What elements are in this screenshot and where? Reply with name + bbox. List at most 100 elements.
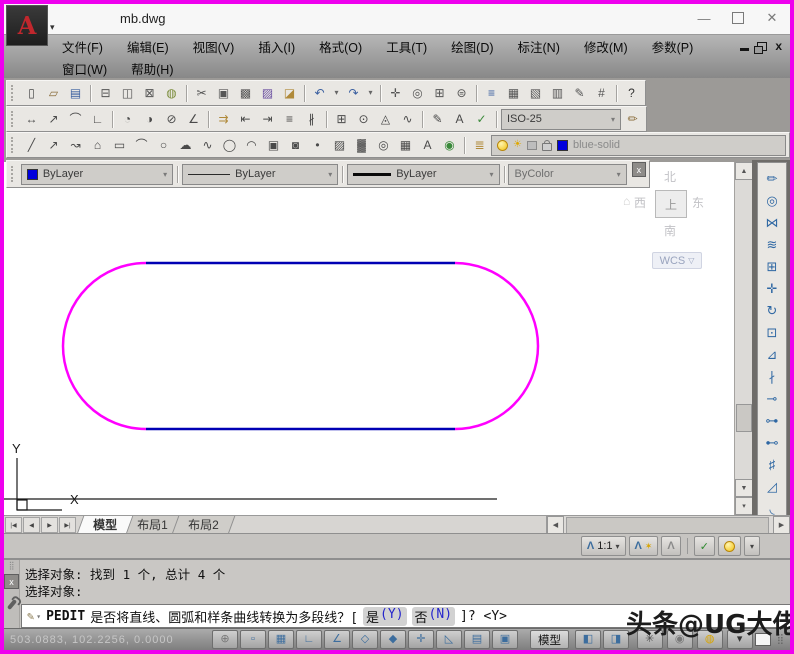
- menu-item-5[interactable]: 工具(T): [376, 35, 437, 58]
- layer-freeze-sun-icon[interactable]: ☀: [513, 140, 522, 150]
- grid-display-button[interactable]: ▦: [268, 630, 294, 649]
- lineweight-select[interactable]: ByLayer ▾: [347, 164, 499, 185]
- arc-button[interactable]: ⌒: [131, 135, 152, 156]
- point-style-button[interactable]: ◉: [439, 135, 460, 156]
- erase-button[interactable]: ✏: [760, 168, 784, 188]
- menu-item-0[interactable]: 窗口(W): [52, 57, 117, 80]
- dynamic-ucs-button[interactable]: ◺: [436, 630, 462, 649]
- child-restore-button[interactable]: [757, 42, 767, 51]
- window-minimize-button[interactable]: —: [696, 11, 712, 26]
- wcs-menu-button[interactable]: WCS ▽: [652, 252, 702, 269]
- command-close-button[interactable]: x: [4, 574, 19, 589]
- layer-on-bulb-icon[interactable]: [497, 140, 508, 151]
- scroll-up-button[interactable]: ▲: [735, 162, 753, 180]
- table-button[interactable]: ▦: [395, 135, 416, 156]
- layout-tab-0[interactable]: 模型: [77, 516, 134, 534]
- toolbar-grip[interactable]: [11, 85, 16, 101]
- recent-commands-icon[interactable]: ✎: [27, 609, 34, 623]
- plot-style-select[interactable]: ByColor ▾: [508, 164, 626, 185]
- snap-mode-button[interactable]: ▫: [240, 630, 266, 649]
- dim-arc-length-button[interactable]: ⌒: [65, 109, 86, 130]
- layer-select[interactable]: ☀ blue-solid: [491, 135, 786, 156]
- open-file-button[interactable]: ▱: [43, 83, 64, 104]
- revision-cloud-button[interactable]: ☁: [175, 135, 196, 156]
- menu-item-1[interactable]: 编辑(E): [117, 35, 179, 58]
- dim-space-button[interactable]: ≡: [279, 109, 300, 130]
- dim-update-button[interactable]: ✓: [471, 109, 492, 130]
- drawing-status-menu-button[interactable]: ▾: [744, 536, 760, 556]
- option-yes-button[interactable]: 是(Y): [363, 607, 407, 626]
- array-button[interactable]: ⊞: [760, 256, 784, 276]
- linetype-select[interactable]: ByLayer ▾: [182, 164, 338, 185]
- zoom-realtime-button[interactable]: ◎: [407, 83, 428, 104]
- dim-edit-button[interactable]: ✎: [427, 109, 448, 130]
- dim-text-edit-button[interactable]: A: [449, 109, 470, 130]
- scroll-down-button[interactable]: ▼: [735, 479, 753, 497]
- drawing-canvas[interactable]: Y X 北 西 上 东 南 ⌂ WCS ▽: [4, 162, 734, 515]
- layer-plot-icon[interactable]: [527, 141, 537, 150]
- dim-radius-button[interactable]: ◔: [117, 109, 138, 130]
- menu-item-9[interactable]: 参数(P): [642, 35, 704, 58]
- tab-nav-button-3[interactable]: ▶|: [59, 517, 76, 533]
- polygon-button[interactable]: ⌂: [87, 135, 108, 156]
- undo-button[interactable]: ↶: [309, 83, 330, 104]
- object-snap-tracking-button[interactable]: ✛: [408, 630, 434, 649]
- ellipse-button[interactable]: ◯: [219, 135, 240, 156]
- ellipse-arc-button[interactable]: ◠: [241, 135, 262, 156]
- dim-inspect-button[interactable]: ◬: [375, 109, 396, 130]
- slot-right-arc[interactable]: [455, 263, 538, 429]
- designcenter-button[interactable]: ▦: [503, 83, 524, 104]
- construction-line-button[interactable]: ↗: [43, 135, 64, 156]
- spline-button[interactable]: ∿: [197, 135, 218, 156]
- menu-item-2[interactable]: 视图(V): [183, 35, 245, 58]
- quickcalc-button[interactable]: #: [591, 83, 612, 104]
- annotation-scale-button[interactable]: Λ 1:1 ▾: [581, 536, 626, 556]
- layer-color-swatch[interactable]: [557, 140, 568, 151]
- stretch-button[interactable]: ⊿: [760, 344, 784, 364]
- menu-item-1[interactable]: 帮助(H): [121, 57, 183, 80]
- dim-break-button[interactable]: ∦: [301, 109, 322, 130]
- viewcube-west-label[interactable]: 西: [634, 194, 646, 211]
- object-color-select[interactable]: ByLayer ▾: [21, 164, 173, 185]
- viewcube-home-icon[interactable]: ⌂: [623, 194, 630, 208]
- scale-button[interactable]: ⊡: [760, 322, 784, 342]
- plot-button[interactable]: ⊟: [95, 83, 116, 104]
- scroll-left-button[interactable]: ◀: [547, 516, 564, 534]
- trim-button[interactable]: ∤: [760, 366, 784, 386]
- menu-item-3[interactable]: 插入(I): [248, 35, 305, 58]
- vertical-scroll-track[interactable]: [735, 180, 753, 479]
- mtext-button[interactable]: A: [417, 135, 438, 156]
- rotate-button[interactable]: ↻: [760, 300, 784, 320]
- wrench-icon[interactable]: [6, 599, 16, 610]
- dim-style-manager-button[interactable]: ✏: [622, 109, 643, 130]
- break-at-point-button[interactable]: ⊶: [760, 410, 784, 430]
- layer-lock-icon[interactable]: [542, 143, 552, 151]
- dim-baseline-button[interactable]: ⇤: [235, 109, 256, 130]
- dimension-style-select[interactable]: ISO-25 ▾: [501, 109, 621, 130]
- window-close-button[interactable]: ✕: [764, 10, 780, 26]
- hatch-button[interactable]: ▨: [329, 135, 350, 156]
- dim-aligned-button[interactable]: ↗: [43, 109, 64, 130]
- menu-item-7[interactable]: 标注(N): [508, 35, 570, 58]
- scroll-right-button[interactable]: ▶: [773, 516, 790, 534]
- tool-palettes-button[interactable]: ▧: [525, 83, 546, 104]
- zoom-previous-button[interactable]: ⊜: [451, 83, 472, 104]
- horizontal-scrollbar[interactable]: ◀ ▶: [546, 516, 790, 534]
- tolerance-button[interactable]: ⊞: [331, 109, 352, 130]
- sheet-set-manager-button[interactable]: ▥: [547, 83, 568, 104]
- chamfer-button[interactable]: ◿: [760, 476, 784, 496]
- option-no-button[interactable]: 否(N): [412, 607, 456, 626]
- slot-left-arc[interactable]: [63, 263, 146, 429]
- quick-view-layouts-button[interactable]: ◧: [575, 630, 601, 649]
- menu-item-0[interactable]: 文件(F): [52, 35, 113, 58]
- layout-tab-2[interactable]: 布局2: [171, 516, 234, 534]
- quick-dimension-button[interactable]: ⇉: [213, 109, 234, 130]
- join-button[interactable]: ♯: [760, 454, 784, 474]
- copy-clip-button[interactable]: ▣: [213, 83, 234, 104]
- new-file-button[interactable]: ▯: [21, 83, 42, 104]
- tab-nav-button-0[interactable]: |◀: [5, 517, 22, 533]
- horizontal-scroll-track[interactable]: [564, 517, 773, 533]
- dim-ordinate-button[interactable]: ∟: [87, 109, 108, 130]
- save-file-button[interactable]: ▤: [65, 83, 86, 104]
- selection-cycling-button[interactable]: ▣: [492, 630, 518, 649]
